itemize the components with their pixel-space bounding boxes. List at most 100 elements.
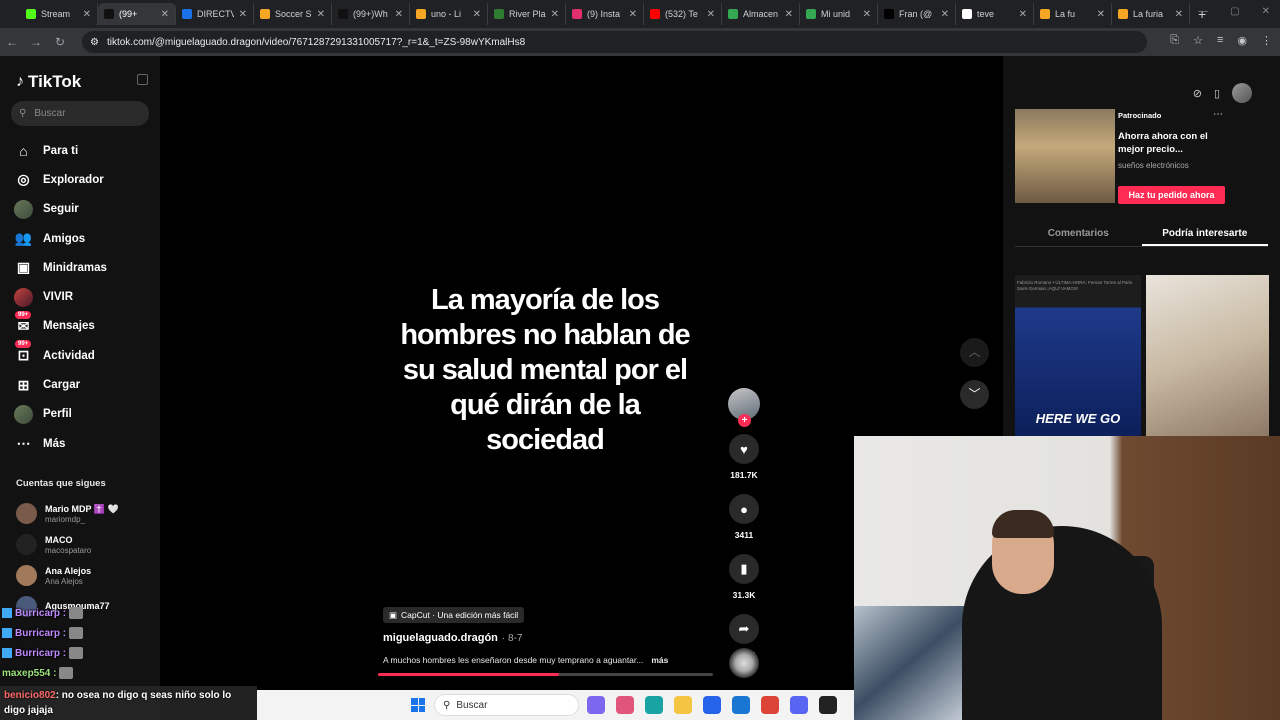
tiktok-logo[interactable]: ♪ TikTok (16, 72, 81, 92)
recommended-video-2[interactable] (1146, 275, 1269, 437)
tab-close-icon[interactable]: ✕ (1175, 9, 1183, 20)
tab-close-icon[interactable]: ✕ (1097, 9, 1105, 20)
tab-close-icon[interactable]: ✕ (863, 9, 871, 20)
taskbar-search[interactable]: ⚲ Buscar (434, 694, 579, 716)
edge-icon[interactable] (645, 696, 663, 714)
obs-icon[interactable] (819, 696, 837, 714)
browser-tab[interactable]: (99+ ✕ (98, 3, 176, 25)
store-icon[interactable] (703, 696, 721, 714)
browser-tab[interactable]: Almacen ✕ (722, 3, 800, 25)
ad-title[interactable]: Ahorra ahora con el mejor precio... (1118, 130, 1228, 156)
ad-order-button[interactable]: Haz tu pedido ahora (1118, 186, 1225, 204)
browser-tab[interactable]: (99+)Wh ✕ (332, 3, 410, 25)
browser-tab[interactable]: Stream ✕ (20, 3, 98, 25)
tab-close-icon[interactable]: ✕ (395, 9, 403, 20)
sidebar-item[interactable]: ⊞ Cargar (14, 370, 154, 399)
music-disc-icon[interactable] (729, 648, 759, 678)
capcut-badge[interactable]: ▣ CapCut · Una edición más fácil (383, 607, 525, 623)
tab-close-icon[interactable]: ✕ (161, 9, 169, 20)
media-icon[interactable]: ≡ (1217, 34, 1223, 47)
minimize-icon[interactable]: — (1198, 6, 1208, 17)
like-button[interactable]: ♥ (729, 434, 759, 464)
account-icon[interactable]: ◉ (1237, 34, 1247, 47)
user-avatar[interactable] (1232, 83, 1252, 103)
sidebar-item[interactable]: ✉ 99+ Mensajes (14, 310, 154, 341)
tab-close-icon[interactable]: ✕ (785, 9, 793, 20)
tab-title: La fu (1055, 9, 1076, 19)
copilot-icon[interactable] (616, 696, 634, 714)
following-item[interactable]: Ana Alejos Ana Alejos (16, 560, 156, 591)
sidebar-item[interactable]: ⋯ Más (14, 429, 154, 458)
following-item[interactable]: MACO macospataro (16, 529, 156, 560)
tab-close-icon[interactable]: ✕ (551, 9, 559, 20)
video-author[interactable]: miguelaguado.dragón · 8-7 (383, 632, 522, 644)
browser-tab[interactable]: Soccer S ✕ (254, 3, 332, 25)
tab-recommended[interactable]: Podría interesarte (1141, 221, 1268, 246)
sidebar-item[interactable]: Perfil (14, 400, 154, 429)
site-info-icon[interactable]: ⚙ (90, 37, 99, 48)
browser-tab[interactable]: (532) Te ✕ (644, 3, 722, 25)
video-progress-bar[interactable] (378, 673, 713, 676)
close-window-icon[interactable]: ✕ (1262, 6, 1270, 17)
follow-plus-icon[interactable]: + (738, 414, 751, 427)
browser-tab[interactable]: DIRECTV ✕ (176, 3, 254, 25)
sidebar-item[interactable]: VIVIR (14, 282, 154, 311)
share-button[interactable]: ➦ (729, 614, 759, 644)
sidebar-item[interactable]: ⌂ Para ti (14, 136, 154, 165)
search-input[interactable]: ⚲ Buscar (11, 101, 149, 126)
tab-close-icon[interactable]: ✕ (317, 9, 325, 20)
ad-thumbnail[interactable] (1015, 109, 1115, 203)
browser-tab[interactable]: Fran (@ ✕ (878, 3, 956, 25)
windows-start-icon[interactable] (411, 698, 425, 712)
url-bar[interactable]: ⚙ tiktok.com/@miguelaguado.dragon/video/… (82, 31, 1147, 53)
explore-icon[interactable]: ⊘ (1193, 87, 1202, 100)
sidebar-item[interactable]: ⊡ 99+ Actividad (14, 340, 154, 370)
sidebar-item[interactable]: 👥 Amigos (14, 224, 154, 253)
following-item[interactable]: Mario MDP ✝️ 🤍 mariomdp_ (16, 498, 156, 529)
forward-icon[interactable]: → (24, 35, 48, 49)
chat-line: Burricarp : (2, 623, 252, 643)
browser-tab[interactable]: (9) Insta ✕ (566, 3, 644, 25)
browser-tab[interactable]: Mi unid ✕ (800, 3, 878, 25)
outlook-icon[interactable] (732, 696, 750, 714)
tab-close-icon[interactable]: ✕ (629, 9, 637, 20)
sidebar-item[interactable]: ◎ Explorador (14, 165, 154, 194)
tab-close-icon[interactable]: ✕ (707, 9, 715, 20)
tab-close-icon[interactable]: ✕ (941, 9, 949, 20)
browser-tab[interactable]: teve ✕ (956, 3, 1034, 25)
reload-icon[interactable]: ↻ (48, 35, 72, 49)
device-icon[interactable]: ▯ (1214, 87, 1220, 100)
tab-comments[interactable]: Comentarios (1015, 221, 1142, 246)
sidebar-item[interactable]: Seguir (14, 195, 154, 224)
bookmark-star-icon[interactable]: ☆ (1193, 34, 1203, 47)
browser-tab[interactable]: La furia ✕ (1112, 3, 1190, 25)
comment-button[interactable]: ● (729, 494, 759, 524)
previous-video-button[interactable]: ︿ (960, 338, 989, 367)
browser-tab[interactable]: La fu ✕ (1034, 3, 1112, 25)
browser-menu-icon[interactable]: ⋮ (1261, 34, 1272, 47)
next-video-button[interactable]: ﹀ (960, 380, 989, 409)
ad-more-icon[interactable]: ⋯ (1213, 109, 1223, 120)
chrome-icon[interactable] (761, 696, 779, 714)
sidebar-item[interactable]: ▣ Minidramas (14, 253, 154, 282)
sponsored-label: Patrocinado (1118, 111, 1162, 120)
file-explorer-icon[interactable] (674, 696, 692, 714)
author-avatar[interactable]: + (728, 388, 760, 427)
discord-icon[interactable] (790, 696, 808, 714)
window-controls[interactable]: — ▢ ✕ (1198, 6, 1270, 17)
tab-close-icon[interactable]: ✕ (473, 9, 481, 20)
tab-close-icon[interactable]: ✕ (1019, 9, 1027, 20)
author-handle[interactable]: miguelaguado.dragón (383, 632, 498, 644)
browser-tab[interactable]: River Pla ✕ (488, 3, 566, 25)
teams-icon[interactable] (587, 696, 605, 714)
video-description: A muchos hombres les enseñaron desde muy… (383, 655, 668, 665)
back-icon[interactable]: ← (0, 35, 24, 49)
maximize-icon[interactable]: ▢ (1230, 6, 1239, 17)
collapse-sidebar-icon[interactable] (137, 74, 148, 85)
tab-close-icon[interactable]: ✕ (239, 9, 247, 20)
tab-close-icon[interactable]: ✕ (83, 9, 91, 20)
browser-tab[interactable]: uno - Li ✕ (410, 3, 488, 25)
save-button[interactable]: ▮ (729, 554, 759, 584)
translate-icon[interactable]: ⎘ (1170, 34, 1179, 47)
more-link[interactable]: más (651, 655, 668, 665)
